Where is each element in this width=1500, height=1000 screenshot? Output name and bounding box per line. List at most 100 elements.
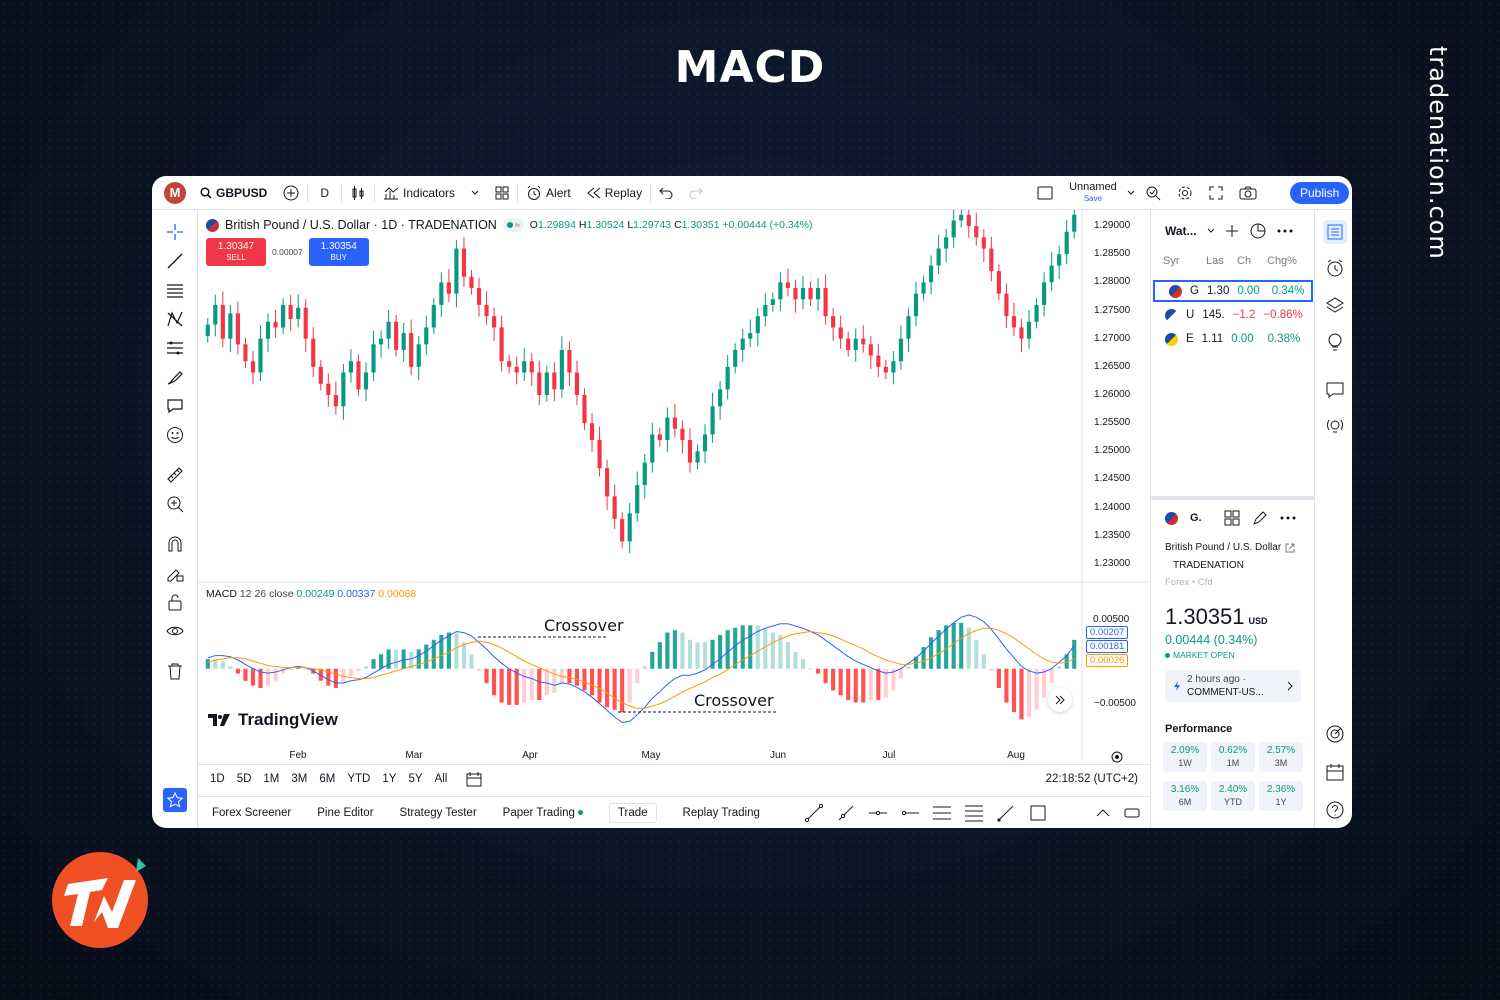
performance-cell[interactable]: 3.16% 6M	[1163, 781, 1207, 811]
performance-cell[interactable]: 2.36% 1Y	[1259, 781, 1303, 811]
alert-button[interactable]: Alert	[518, 176, 579, 210]
layout-dropdown[interactable]	[1125, 176, 1137, 210]
fib-retracement-icon[interactable]	[964, 803, 984, 823]
snapshot-button[interactable]	[1231, 176, 1265, 210]
performance-cell[interactable]: 2.09% 1W	[1163, 742, 1207, 772]
publish-button[interactable]: Publish	[1290, 182, 1350, 204]
bottom-tab-strategy-tester[interactable]: Strategy Tester	[400, 807, 477, 819]
range-button-1d[interactable]: 1D	[210, 773, 225, 785]
watchlist-row[interactable]: U 145. −1.2 −0.86%	[1151, 304, 1314, 326]
redo-button[interactable]	[681, 176, 711, 210]
performance-cell[interactable]: 0.62% 1M	[1211, 742, 1255, 772]
symbol-search-button[interactable]: GBPUSD	[192, 176, 275, 210]
range-button-6m[interactable]: 6M	[319, 773, 335, 785]
rectangle-icon[interactable]	[1028, 803, 1048, 823]
hide-drawings-tool[interactable]	[164, 621, 186, 641]
chart-type-button[interactable]	[342, 176, 374, 210]
watchlist-title[interactable]: Wat...	[1165, 224, 1197, 238]
calendar-icon[interactable]	[1325, 762, 1345, 782]
parallel-channel-icon[interactable]	[932, 803, 952, 823]
lock-drawings-tool[interactable]	[164, 592, 186, 612]
forecast-tool[interactable]	[164, 338, 186, 358]
target-icon[interactable]	[1325, 724, 1345, 744]
fullscreen-button[interactable]	[1201, 176, 1231, 210]
brush-tool[interactable]	[164, 367, 186, 387]
watchlist-row[interactable]: G 1.30 0.00 0.34%	[1153, 280, 1313, 302]
range-button-all[interactable]: All	[435, 773, 448, 785]
indicators-button[interactable]: Indicators	[375, 176, 463, 210]
interval-button[interactable]: D	[308, 176, 341, 210]
ray-icon[interactable]	[836, 803, 856, 823]
range-button-5d[interactable]: 5D	[237, 773, 252, 785]
tradingview-logo[interactable]: TradingView	[208, 710, 338, 730]
lightbulb-icon[interactable]	[1325, 332, 1345, 352]
news-card[interactable]: 2 hours ago · COMMENT-US...	[1165, 670, 1301, 702]
zoom-tool[interactable]	[164, 494, 186, 514]
bottom-tab-pine-editor[interactable]: Pine Editor	[317, 807, 373, 819]
settings-button[interactable]	[1169, 176, 1201, 210]
add-symbol-icon[interactable]	[1225, 224, 1239, 238]
grid-icon[interactable]	[1224, 510, 1240, 526]
goto-date-icon[interactable]	[465, 771, 483, 787]
clock-readout[interactable]: 22:18:52 (UTC+2)	[1046, 773, 1138, 785]
horizontal-lines-tool[interactable]	[164, 280, 186, 300]
performance-cell[interactable]: 2.40% YTD	[1211, 781, 1255, 811]
chat-icon[interactable]	[1325, 380, 1345, 400]
layout-toggle[interactable]	[1029, 176, 1061, 210]
crosshair-tool[interactable]	[164, 222, 186, 242]
emoji-tool[interactable]	[164, 425, 186, 445]
templates-button[interactable]	[487, 176, 517, 210]
details-name[interactable]: British Pound / U.S. Dollar	[1165, 542, 1295, 553]
layers-icon[interactable]	[1325, 296, 1345, 316]
remove-drawings-tool[interactable]	[164, 661, 186, 681]
range-button-3m[interactable]: 3M	[291, 773, 307, 785]
more-icon[interactable]	[1277, 229, 1293, 233]
range-button-1m[interactable]: 1M	[263, 773, 279, 785]
undo-button[interactable]	[651, 176, 681, 210]
pie-chart-icon[interactable]	[1249, 222, 1267, 240]
watchlist-row[interactable]: E 1.11 0.00 0.38%	[1151, 328, 1314, 350]
bottom-tab-replay-trading[interactable]: Replay Trading	[683, 807, 760, 819]
chart-canvas[interactable]	[198, 210, 1150, 760]
horizontal-line-icon[interactable]	[868, 803, 888, 823]
trendline-icon[interactable]	[804, 803, 824, 823]
help-icon[interactable]	[1325, 800, 1345, 820]
layout-save-button[interactable]: Unnamed Save	[1061, 176, 1125, 210]
quick-search-button[interactable]	[1137, 176, 1169, 210]
buy-button[interactable]: 1.30354 BUY	[308, 238, 369, 266]
trendline-tool[interactable]	[164, 251, 186, 271]
favorites-button[interactable]	[163, 788, 187, 812]
magnet-tool[interactable]	[164, 534, 186, 554]
more-icon[interactable]	[1280, 516, 1296, 520]
plus-circle-icon	[283, 185, 299, 200]
measure-tool[interactable]	[164, 465, 186, 485]
bottom-tab-trade[interactable]: Trade	[608, 802, 657, 823]
user-avatar[interactable]: M	[164, 181, 186, 204]
replay-button[interactable]: Replay	[579, 176, 650, 210]
text-tool[interactable]	[164, 396, 186, 416]
performance-cell[interactable]: 2.57% 3M	[1259, 742, 1303, 772]
indicators-dropdown[interactable]	[463, 176, 487, 210]
bottom-tab-forex-screener[interactable]: Forex Screener	[212, 807, 291, 819]
sell-button[interactable]: 1.30347 SELL	[206, 238, 266, 266]
stay-drawing-tool[interactable]	[164, 563, 186, 583]
brush-icon[interactable]	[996, 803, 1016, 823]
collapse-panel-icon[interactable]	[1096, 808, 1110, 818]
watchlist-sidebar-button[interactable]	[1323, 220, 1347, 244]
edit-icon[interactable]	[1252, 510, 1268, 526]
scroll-to-realtime-button[interactable]	[1048, 688, 1072, 712]
chevron-down-icon[interactable]	[1207, 228, 1215, 234]
bottom-tab-paper-trading[interactable]: Paper Trading	[503, 807, 583, 819]
range-button-1y[interactable]: 1Y	[382, 773, 396, 785]
range-button-ytd[interactable]: YTD	[347, 773, 370, 785]
ideas-stream-icon[interactable]	[1325, 416, 1345, 436]
maximize-panel-icon[interactable]	[1124, 806, 1140, 820]
axis-settings-icon[interactable]	[1110, 750, 1124, 764]
pattern-tool[interactable]	[164, 309, 186, 329]
alarm-clock-icon[interactable]	[1325, 258, 1345, 278]
horizontal-ray-icon[interactable]	[900, 803, 920, 823]
chart-pane[interactable]: British Pound / U.S. Dollar · 1D · TRADE…	[198, 210, 1150, 763]
compare-symbol-button[interactable]	[275, 176, 307, 210]
panel-divider[interactable]	[1151, 496, 1314, 500]
range-button-5y[interactable]: 5Y	[408, 773, 422, 785]
